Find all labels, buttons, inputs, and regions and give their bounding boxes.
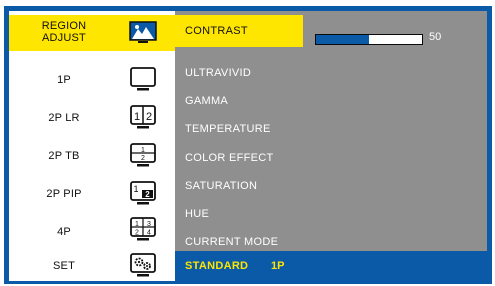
sidebar-item-2p-lr[interactable]: 2P LR 1 2 xyxy=(9,101,175,135)
value-panel: 50 xyxy=(303,11,487,281)
contrast-slider[interactable] xyxy=(315,34,423,45)
sidebar-item-2p-tb[interactable]: 2P TB 1 2 xyxy=(9,139,175,173)
sidebar-label-line-2: ADJUST xyxy=(42,32,86,44)
sidebar-item-region-adjust[interactable]: REGION ADJUST xyxy=(9,15,175,51)
contrast-slider-fill xyxy=(316,35,369,44)
quad-split-icon: 1 3 2 4 xyxy=(129,217,159,241)
osd-frame: REGION ADJUST 1P 2P LR 1 2 2P TB 1 2 2P … xyxy=(4,6,492,284)
sidebar-item-label: 2P LR xyxy=(48,112,80,124)
menu-item-temperature[interactable]: TEMPERATURE xyxy=(175,115,303,143)
icon-digit: 4 xyxy=(147,230,151,237)
sidebar-item-4p[interactable]: 4P 1 3 2 4 xyxy=(9,215,175,249)
osd-panel: REGION ADJUST 1P 2P LR 1 2 2P TB 1 2 2P … xyxy=(9,11,487,281)
icon-digit: 2 xyxy=(141,155,145,162)
split-top-bottom-icon: 1 2 xyxy=(129,143,159,167)
icon-digit: 2 xyxy=(145,190,150,199)
sidebar-item-label: 1P xyxy=(57,74,71,86)
icon-digit: 2 xyxy=(146,111,152,123)
sidebar-item-label: SET xyxy=(53,260,75,272)
menu-item-hue[interactable]: HUE xyxy=(175,200,303,228)
split-left-right-icon: 1 2 xyxy=(129,105,159,129)
sidebar-item-set[interactable]: SET xyxy=(9,249,175,283)
sidebar-item-2p-pip[interactable]: 2P PIP 1 2 xyxy=(9,177,175,211)
sidebar-label-line-1: REGION xyxy=(41,20,87,32)
icon-digit: 3 xyxy=(147,221,151,228)
icon-digit: 2 xyxy=(135,230,139,237)
menu-item-ultravivid[interactable]: ULTRAVIVID xyxy=(175,59,303,87)
icon-digit: 1 xyxy=(134,111,140,123)
contrast-value: 50 xyxy=(429,31,442,43)
icon-digit: 1 xyxy=(141,147,145,154)
landscape-picture-icon xyxy=(129,21,159,45)
mode-sidebar: REGION ADJUST 1P 2P LR 1 2 2P TB 1 2 2P … xyxy=(9,11,175,281)
sidebar-item-label: 2P TB xyxy=(48,150,80,162)
menu-item-color-effect[interactable]: COLOR EFFECT xyxy=(175,144,303,172)
sidebar-item-label: REGION ADJUST xyxy=(9,20,119,44)
settings-menu: CONTRAST ULTRAVIVID GAMMA TEMPERATURE CO… xyxy=(175,11,303,281)
status-bar: STANDARD 1P xyxy=(175,251,487,281)
single-monitor-icon xyxy=(129,67,159,91)
gears-settings-icon xyxy=(129,253,159,277)
menu-item-contrast[interactable]: CONTRAST xyxy=(175,15,303,47)
icon-digit: 1 xyxy=(135,221,139,228)
current-mode-value: STANDARD xyxy=(185,260,249,272)
current-layout-value: 1P xyxy=(271,260,285,272)
menu-item-saturation[interactable]: SATURATION xyxy=(175,172,303,200)
sidebar-item-1p[interactable]: 1P xyxy=(9,63,175,97)
sidebar-item-label: 4P xyxy=(57,226,71,238)
menu-item-gamma[interactable]: GAMMA xyxy=(175,87,303,115)
icon-digit: 1 xyxy=(133,184,138,194)
picture-in-picture-icon: 1 2 xyxy=(129,181,159,205)
sidebar-item-label: 2P PIP xyxy=(46,188,82,200)
